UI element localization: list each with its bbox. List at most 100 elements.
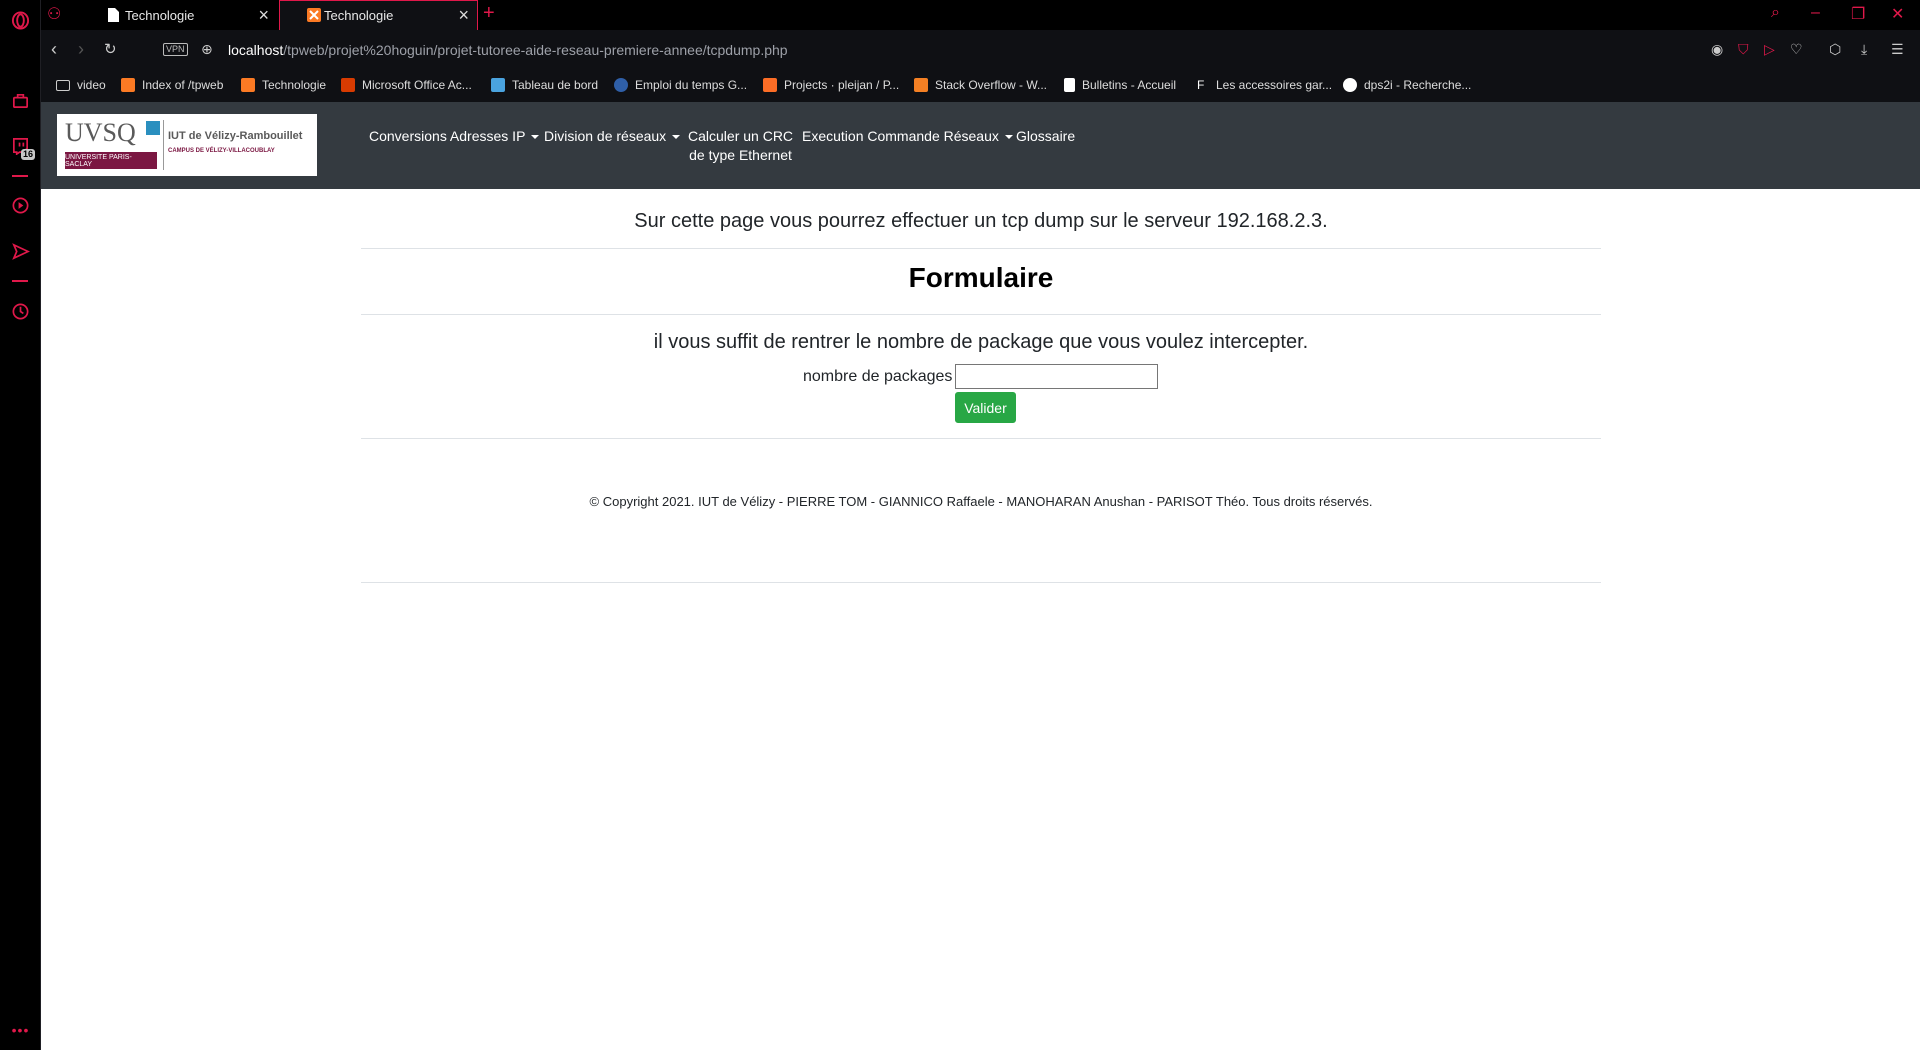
tab-technologie-2[interactable]: Technologie × bbox=[279, 0, 478, 30]
new-tab-icon[interactable]: + bbox=[483, 2, 495, 25]
shield-icon[interactable]: ⛉ bbox=[1738, 41, 1749, 58]
page-title: Formulaire bbox=[908, 262, 1054, 293]
google-icon bbox=[1343, 78, 1357, 92]
opera-logo-icon[interactable] bbox=[0, 5, 41, 35]
xampp-icon bbox=[307, 8, 321, 25]
menu-label: Execution Commande Réseaux bbox=[802, 128, 999, 144]
logo-university: UNIVERSITE PARIS-SACLAY bbox=[65, 152, 157, 169]
menu-conversions-dropdown[interactable]: Conversions Adresses IP bbox=[369, 127, 540, 146]
menu-execution-dropdown[interactable]: Execution Commande Réseaux bbox=[802, 127, 1013, 146]
close-icon[interactable]: × bbox=[258, 5, 269, 25]
logo-square-icon bbox=[146, 121, 160, 135]
more-icon[interactable]: ••• bbox=[0, 1015, 41, 1045]
bookmark-stackoverflow[interactable]: Stack Overflow - W... bbox=[914, 78, 1047, 92]
close-window-icon[interactable]: ✕ bbox=[1891, 4, 1904, 24]
back-icon[interactable]: ‹ bbox=[51, 39, 57, 60]
flow-icon[interactable]: ▷ bbox=[1764, 41, 1775, 58]
address-bar: ‹ › ↻ VPN ⊕ localhost/tpweb/projet%20hog… bbox=[41, 30, 1920, 70]
bookmark-label: Les accessoires gar... bbox=[1216, 78, 1333, 92]
workspaces-icon[interactable]: ⚇ bbox=[47, 4, 61, 24]
intro-text: Sur cette page vous pourrez effectuer un… bbox=[634, 210, 1328, 232]
bookmark-dps2i[interactable]: dps2i - Recherche... bbox=[1343, 78, 1471, 92]
bookmark-label: dps2i - Recherche... bbox=[1364, 78, 1472, 92]
xampp-icon bbox=[121, 78, 135, 92]
sidebar-divider bbox=[12, 175, 28, 177]
browser-sidebar: 16 ••• bbox=[0, 0, 41, 1050]
tab-technologie-1[interactable]: Technologie × bbox=[81, 1, 277, 30]
document-icon bbox=[108, 8, 119, 25]
vpn-badge[interactable]: VPN bbox=[163, 43, 188, 56]
divider bbox=[361, 314, 1601, 315]
logo-campus: CAMPUS DE VÉLIZY-VILLACOUBLAY bbox=[168, 148, 275, 154]
url-field[interactable]: localhost/tpweb/projet%20hoguin/projet-t… bbox=[228, 42, 788, 58]
menu-glossaire-link[interactable]: Glossaire bbox=[1016, 127, 1075, 146]
close-icon[interactable]: × bbox=[458, 5, 469, 25]
menu-label: Conversions Adresses IP bbox=[369, 128, 526, 144]
menu-label: Division de réseaux bbox=[544, 128, 667, 144]
bookmark-label: Projects · pleijan / P... bbox=[784, 78, 900, 92]
menu-label-line1: Calculer un CRC bbox=[688, 128, 794, 144]
bookmark-tableau-de-bord[interactable]: Tableau de bord bbox=[491, 78, 598, 92]
document-icon bbox=[1064, 78, 1075, 92]
reload-icon[interactable]: ↻ bbox=[104, 40, 117, 58]
minimize-icon[interactable]: – bbox=[1811, 4, 1820, 22]
tab-label: Technologie bbox=[324, 8, 394, 23]
camera-icon[interactable]: ◉ bbox=[1711, 41, 1723, 58]
gitlab-icon bbox=[763, 78, 777, 92]
menu-crc-link[interactable]: Calculer un CRC de type Ethernet bbox=[688, 127, 793, 165]
stackoverflow-icon bbox=[914, 78, 928, 92]
tab-label: Technologie bbox=[125, 8, 195, 23]
bag-icon[interactable] bbox=[0, 85, 41, 115]
footer-copyright: © Copyright 2021. IUT de Vélizy - PIERRE… bbox=[589, 494, 1373, 509]
history-icon[interactable] bbox=[0, 296, 41, 326]
logo-brand: UVSQ bbox=[65, 118, 136, 147]
divider bbox=[361, 582, 1601, 583]
bookmark-office[interactable]: Microsoft Office Ac... bbox=[341, 78, 472, 92]
folder-icon bbox=[56, 79, 70, 91]
divider bbox=[361, 248, 1601, 249]
bookmark-gitlab[interactable]: Projects · pleijan / P... bbox=[763, 78, 899, 92]
globe-icon: ⊕ bbox=[201, 41, 213, 57]
bookmark-label: Index of /tpweb bbox=[142, 78, 224, 92]
heart-icon[interactable]: ♡ bbox=[1790, 41, 1803, 58]
bookmark-technologie[interactable]: Technologie bbox=[241, 78, 326, 92]
bookmark-emploi-du-temps[interactable]: Emploi du temps G... bbox=[614, 78, 747, 92]
caret-down-icon bbox=[1004, 135, 1013, 140]
bookmarks-bar: video Index of /tpweb Technologie Micros… bbox=[41, 70, 1920, 102]
bookmark-index-tpweb[interactable]: Index of /tpweb bbox=[121, 78, 223, 92]
easy-setup-icon[interactable]: ☰ bbox=[1891, 41, 1904, 58]
logo-institute: IUT de Vélizy-Rambouillet bbox=[168, 130, 303, 142]
office-icon bbox=[341, 78, 355, 92]
caret-down-icon bbox=[672, 135, 681, 140]
send-icon[interactable] bbox=[0, 236, 41, 266]
tab-bar: ⚇ Technologie × Technologie × + ⌕ – ❐ ✕ bbox=[41, 0, 1920, 30]
divider bbox=[361, 438, 1601, 439]
xampp-icon bbox=[241, 78, 255, 92]
url-path: /tpweb/projet%20hoguin/projet-tutoree-ai… bbox=[283, 42, 788, 58]
bookmark-label: Emploi du temps G... bbox=[635, 78, 748, 92]
bookmark-video[interactable]: video bbox=[56, 78, 106, 92]
download-icon[interactable]: ⤓ bbox=[1861, 41, 1867, 58]
cube-icon[interactable]: ⬡ bbox=[1829, 41, 1841, 58]
restore-icon[interactable]: ❐ bbox=[1851, 4, 1865, 24]
bookmark-bulletins[interactable]: Bulletins - Accueil bbox=[1064, 78, 1176, 92]
bookmark-label: Technologie bbox=[262, 78, 327, 92]
forward-icon[interactable]: › bbox=[78, 39, 84, 60]
menu-label: Glossaire bbox=[1016, 128, 1076, 144]
sidebar-divider bbox=[12, 280, 28, 282]
packages-input[interactable] bbox=[955, 364, 1158, 389]
bookmark-label: Bulletins - Accueil bbox=[1082, 78, 1177, 92]
bookmark-label: Stack Overflow - W... bbox=[935, 78, 1048, 92]
menu-division-dropdown[interactable]: Division de réseaux bbox=[544, 127, 681, 146]
valider-button[interactable]: Valider bbox=[955, 392, 1016, 423]
f-icon: F bbox=[1197, 78, 1205, 92]
search-icon[interactable]: ⌕ bbox=[1771, 4, 1780, 22]
menu-label-line2: de type Ethernet bbox=[689, 147, 792, 163]
dashboard-icon bbox=[491, 78, 505, 92]
bookmark-accessoires[interactable]: F Les accessoires gar... bbox=[1197, 78, 1332, 92]
player-icon[interactable] bbox=[0, 190, 41, 220]
site-navbar: UVSQ UNIVERSITE PARIS-SACLAY IUT de Véli… bbox=[41, 102, 1920, 189]
bookmark-label: video bbox=[77, 78, 106, 92]
bookmark-label: Tableau de bord bbox=[512, 78, 599, 92]
uvsq-logo[interactable]: UVSQ UNIVERSITE PARIS-SACLAY IUT de Véli… bbox=[57, 114, 317, 176]
